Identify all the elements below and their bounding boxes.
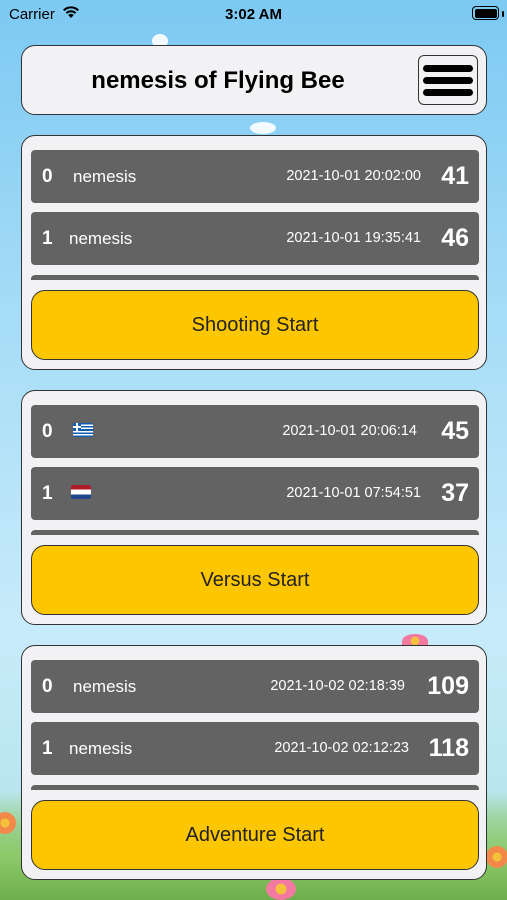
score-value: 46 bbox=[441, 224, 469, 252]
battery-icon bbox=[472, 6, 499, 20]
score-value: 37 bbox=[441, 479, 469, 507]
ranking-row[interactable]: 1 nemesis 2021-10-02 02:12:23 118 bbox=[31, 722, 479, 775]
player-name: nemesis bbox=[69, 739, 133, 758]
ranking-row[interactable]: 1 nemesis 2021-10-01 19:35:41 46 bbox=[31, 212, 479, 265]
background-cloud bbox=[250, 122, 276, 134]
battery-tip bbox=[502, 11, 504, 17]
record-date: 2021-10-01 07:54:51 bbox=[286, 485, 421, 501]
adventure-start-button[interactable]: Adventure Start bbox=[31, 800, 479, 870]
rank-number: 1 bbox=[42, 738, 53, 759]
rank-number: 1 bbox=[42, 228, 53, 249]
player-name: nemesis bbox=[69, 229, 133, 248]
ranking-row[interactable]: 1 2021-10-01 07:54:51 37 bbox=[31, 467, 479, 520]
clock-time: 3:02 AM bbox=[225, 6, 282, 23]
score-value: 109 bbox=[427, 672, 469, 700]
record-date: 2021-10-01 19:35:41 bbox=[286, 230, 421, 246]
score-value: 41 bbox=[441, 162, 469, 190]
ranking-row[interactable]: 0 nemesis 2021-10-01 20:02:00 41 bbox=[31, 150, 479, 203]
shooting-panel: 0 nemesis 2021-10-01 20:02:00 41 1 nemes… bbox=[21, 135, 487, 370]
app-header: nemesis of Flying Bee bbox=[21, 45, 487, 115]
record-date: 2021-10-01 20:06:14 bbox=[282, 423, 417, 439]
greece-flag-icon bbox=[73, 423, 93, 437]
ranking-row-partial bbox=[31, 530, 479, 535]
versus-panel: 0 2021-10-01 20:06:14 45 1 2021-10-01 07… bbox=[21, 390, 487, 625]
background-flower bbox=[486, 846, 507, 868]
rank-number: 0 bbox=[42, 421, 53, 442]
score-value: 45 bbox=[441, 417, 469, 445]
ranking-row-partial bbox=[31, 275, 479, 280]
score-value: 118 bbox=[428, 734, 469, 762]
background-flower bbox=[266, 878, 296, 900]
ranking-row-partial bbox=[31, 785, 479, 790]
player-name: nemesis bbox=[73, 677, 137, 696]
adventure-panel: 0 nemesis 2021-10-02 02:18:39 109 1 neme… bbox=[21, 645, 487, 880]
menu-button[interactable] bbox=[418, 55, 478, 105]
ranking-row[interactable]: 0 2021-10-01 20:06:14 45 bbox=[31, 405, 479, 458]
player-name: nemesis bbox=[73, 167, 137, 186]
status-bar: Carrier 3:02 AM bbox=[0, 0, 507, 30]
record-date: 2021-10-01 20:02:00 bbox=[286, 168, 421, 184]
ranking-row[interactable]: 0 nemesis 2021-10-02 02:18:39 109 bbox=[31, 660, 479, 713]
netherlands-flag-icon bbox=[71, 485, 91, 499]
rank-number: 0 bbox=[42, 166, 53, 187]
shooting-start-button[interactable]: Shooting Start bbox=[31, 290, 479, 360]
rank-number: 0 bbox=[42, 676, 53, 697]
rank-number: 1 bbox=[42, 483, 53, 504]
record-date: 2021-10-02 02:18:39 bbox=[270, 678, 405, 694]
page-title: nemesis of Flying Bee bbox=[91, 67, 345, 94]
versus-start-button[interactable]: Versus Start bbox=[31, 545, 479, 615]
record-date: 2021-10-02 02:12:23 bbox=[274, 740, 409, 756]
